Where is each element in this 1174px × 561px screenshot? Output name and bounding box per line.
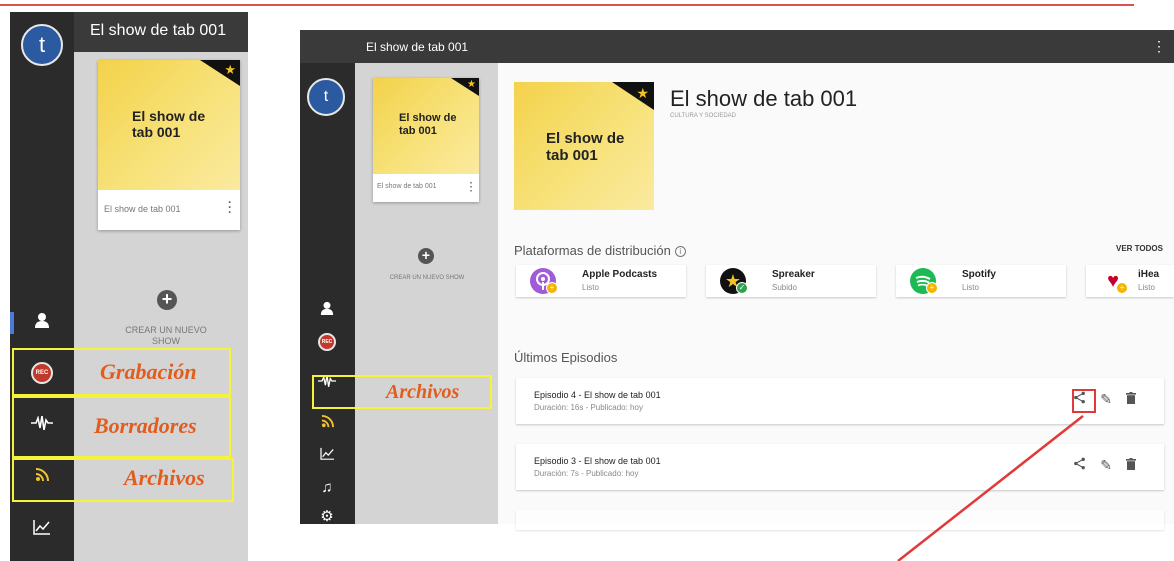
chart-icon[interactable] xyxy=(24,512,60,542)
star-icon: ★ xyxy=(224,62,236,77)
pending-badge: + xyxy=(1116,282,1128,294)
feed-icon[interactable] xyxy=(310,408,344,434)
annotation-archivos: Archivos xyxy=(124,465,205,490)
delete-icon[interactable] xyxy=(1126,391,1136,408)
gear-icon[interactable]: ⚙ xyxy=(310,503,344,524)
platform-card-apple[interactable]: + Apple Podcasts Listo xyxy=(516,265,686,297)
platforms-section-title: Plataformas de distribución i xyxy=(514,243,686,258)
episode-meta: Duración: 7s - Publicado: hoy xyxy=(534,469,639,478)
user-icon[interactable] xyxy=(24,305,60,335)
card-menu-icon[interactable]: · · · xyxy=(228,196,232,218)
desktop-topbar: El show de tab 001 ⋮ xyxy=(300,30,1174,63)
share-highlight-box xyxy=(1072,389,1096,413)
pending-badge: + xyxy=(926,282,938,294)
mobile-card-label: El show de tab 001 xyxy=(104,204,181,214)
pending-badge: + xyxy=(546,282,558,294)
platform-status: Listo xyxy=(962,283,979,292)
episode-title: Episodio 3 - El show de tab 001 xyxy=(534,456,661,466)
check-badge: ✓ xyxy=(736,282,748,294)
annotation-archivos-desktop: Archivos xyxy=(386,381,460,403)
platform-name: Spreaker xyxy=(772,269,815,280)
rec-icon[interactable]: REC xyxy=(310,329,344,355)
active-indicator xyxy=(10,312,14,334)
info-icon[interactable]: i xyxy=(674,246,686,258)
rec-badge: REC xyxy=(318,333,336,351)
show-title: El show de tab 001 xyxy=(670,86,858,111)
show-cover-title: El show de tab 001 xyxy=(546,130,625,165)
top-red-line xyxy=(0,4,1134,6)
edit-icon[interactable]: ✎ xyxy=(1100,457,1112,474)
mobile-header-title: El show de tab 001 xyxy=(74,12,248,52)
mobile-cover-title: El show de tab 001 xyxy=(132,108,206,141)
card-menu-icon[interactable]: · · · xyxy=(470,179,473,197)
platform-status: Listo xyxy=(1138,283,1155,292)
desktop-card-cover-title: El show de tab 001 xyxy=(399,112,457,137)
episode-row-partial[interactable] xyxy=(516,510,1164,530)
share-icon[interactable] xyxy=(1073,457,1086,474)
platform-card-spotify[interactable]: + Spotify Listo xyxy=(896,265,1066,297)
platform-name: Apple Podcasts xyxy=(582,269,658,280)
platform-name: iHea xyxy=(1138,269,1160,280)
star-icon: ★ xyxy=(467,79,476,90)
desktop-title: El show de tab 001 xyxy=(366,40,469,54)
add-show-icon[interactable]: + xyxy=(157,290,177,310)
kebab-menu-icon[interactable]: ⋮ xyxy=(1152,38,1166,55)
desktop-show-card[interactable]: ★ El show de tab 001 El show de tab 001 … xyxy=(373,78,479,202)
desktop-avatar[interactable]: t xyxy=(307,78,345,116)
star-icon: ★ xyxy=(636,85,649,101)
episode-row[interactable]: Episodio 4 - El show de tab 001 Duración… xyxy=(516,378,1164,424)
create-show-label[interactable]: CREAR UN NUEVO SHOW xyxy=(380,274,474,282)
mobile-cover-art: ★ El show de tab 001 xyxy=(98,60,240,190)
platform-card-iheart[interactable]: ♥ + iHea Listo xyxy=(1086,265,1174,297)
view-all-link[interactable]: VER TODOS xyxy=(1116,244,1163,253)
annotation-grabacion: Grabación xyxy=(100,359,197,384)
edit-icon[interactable]: ✎ xyxy=(1100,391,1112,408)
episodes-section-title: Últimos Episodios xyxy=(514,350,618,365)
episode-row[interactable]: Episodio 3 - El show de tab 001 Duración… xyxy=(516,444,1164,490)
episode-title: Episodio 4 - El show de tab 001 xyxy=(534,390,661,400)
user-icon[interactable] xyxy=(310,295,344,321)
chart-icon[interactable] xyxy=(310,440,344,466)
episode-actions: ✎ xyxy=(1073,457,1136,474)
show-category: CULTURA Y SOCIEDAD xyxy=(670,113,737,119)
platforms-title-text: Plataformas de distribución xyxy=(514,243,671,258)
episode-meta: Duración: 16s - Publicado: hoy xyxy=(534,403,643,412)
music-icon[interactable]: ♫ xyxy=(310,474,344,500)
platform-card-spreaker[interactable]: ★ ✓ Spreaker Subido xyxy=(706,265,876,297)
create-show-label[interactable]: CREAR UN NUEVO SHOW xyxy=(112,325,220,347)
platform-status: Listo xyxy=(582,283,599,292)
desktop-card-cover: ★ El show de tab 001 xyxy=(373,78,479,174)
show-cover-art: ★ El show de tab 001 xyxy=(514,82,654,210)
desktop-nav-rail: t REC ♫ ⚙ xyxy=(300,63,355,524)
desktop-card-label: El show de tab 001 xyxy=(377,183,437,190)
mobile-show-card[interactable]: ★ El show de tab 001 El show de tab 001 … xyxy=(98,60,240,230)
mobile-avatar[interactable]: t xyxy=(21,24,63,66)
annotation-borradores: Borradores xyxy=(94,413,197,438)
add-show-icon[interactable]: + xyxy=(418,248,434,264)
platform-name: Spotify xyxy=(962,269,996,280)
platform-status: Subido xyxy=(772,283,797,292)
delete-icon[interactable] xyxy=(1126,457,1136,474)
